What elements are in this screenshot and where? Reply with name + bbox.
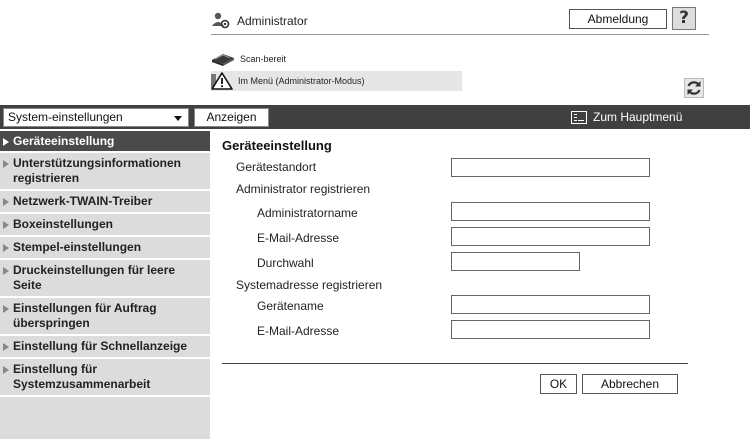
status-text: Scan-bereit [240,54,287,64]
help-button[interactable]: ? [672,7,696,30]
scanner-icon [212,54,234,66]
arrow-right-icon [3,267,9,275]
sidebar-item-blank-page-print[interactable]: Druckeinstellungen für leere Seite [0,260,210,298]
chevron-down-icon [174,116,182,121]
sidebar-item-label: Einstellungen für Auftrag überspringen [13,301,157,330]
page-title: Geräteeinstellung [222,138,332,153]
ok-button[interactable]: OK [540,374,577,394]
sidebar-item-label: Einstellung für Systemzusammenarbeit [13,362,151,391]
header-divider [211,34,709,35]
sidebar-item-quick-display[interactable]: Einstellung für Schnellanzeige [0,336,210,359]
category-select-value: System-einstellungen [8,110,123,124]
location-input[interactable] [451,158,650,177]
refresh-icon[interactable] [684,78,704,98]
sidebar-item-box-settings[interactable]: Boxeinstellungen [0,214,210,237]
device-name-label: Gerätename [257,299,324,313]
extension-input[interactable] [451,252,580,271]
warning-icon [211,72,233,90]
category-select[interactable]: System-einstellungen [3,108,189,127]
sidebar-item-label: Einstellung für Schnellanzeige [13,339,188,353]
system-email-label: E-Mail-Adresse [257,324,340,338]
arrow-right-icon [3,198,9,206]
user-info: Administrator [211,10,308,32]
main-menu-link[interactable]: Zum Hauptmenü [571,110,682,124]
device-name-input[interactable] [451,295,650,314]
user-name: Administrator [237,14,308,28]
sidebar-item-geraeteeinstellung[interactable]: Geräteeinstellung [0,131,210,153]
main-menu-icon [571,110,587,124]
sidebar-item-twain-driver[interactable]: Netzwerk-TWAIN-Treiber [0,191,210,214]
admin-section-label: Administrator registrieren [236,182,371,196]
system-email-input[interactable] [451,320,650,339]
form-divider [222,363,688,364]
extension-label: Durchwahl [257,256,314,270]
main-menu-label: Zum Hauptmenü [593,110,683,124]
administrator-icon [212,12,230,29]
sidebar-item-skip-job[interactable]: Einstellungen für Auftrag überspringen [0,298,210,336]
cancel-button[interactable]: Abbrechen [582,374,678,394]
arrow-right-icon [3,244,9,252]
arrow-right-icon [3,221,9,229]
system-section-label: Systemadresse registrieren [236,278,383,292]
arrow-right-icon [3,366,9,374]
admin-email-input[interactable] [451,227,650,246]
sidebar-item-support-info[interactable]: Unterstützungsinformationen registrieren [0,153,210,191]
admin-name-label: Administratorname [257,206,358,220]
sidebar-item-stamp-settings[interactable]: Stempel-einstellungen [0,237,210,260]
arrow-right-icon [3,138,9,146]
sidebar-item-label: Netzwerk-TWAIN-Treiber [13,194,153,208]
admin-email-label: E-Mail-Adresse [257,231,340,245]
sidebar-item-label: Druckeinstellungen für leere Seite [13,263,176,292]
sidebar-item-label: Boxeinstellungen [13,217,114,231]
admin-name-input[interactable] [451,202,650,221]
arrow-right-icon [3,305,9,313]
sidebar-item-system-collaboration[interactable]: Einstellung für Systemzusammenarbeit [0,359,210,397]
sidebar-item-label: Stempel-einstellungen [13,240,142,254]
show-button[interactable]: Anzeigen [194,108,269,127]
device-status: Scan-bereit [211,52,286,66]
mode-text: Im Menü (Administrator-Modus) [238,76,365,86]
sidebar-item-label: Geräteeinstellung [13,134,115,148]
mode-indicator: Im Menü (Administrator-Modus) [211,71,462,91]
sidebar-item-label: Unterstützungsinformationen registrieren [13,156,181,185]
arrow-right-icon [3,160,9,168]
arrow-right-icon [3,343,9,351]
logout-button[interactable]: Abmeldung [569,9,667,29]
location-label: Gerätestandort [236,160,317,174]
sidebar: Geräteeinstellung Unterstützungsinformat… [0,131,210,439]
